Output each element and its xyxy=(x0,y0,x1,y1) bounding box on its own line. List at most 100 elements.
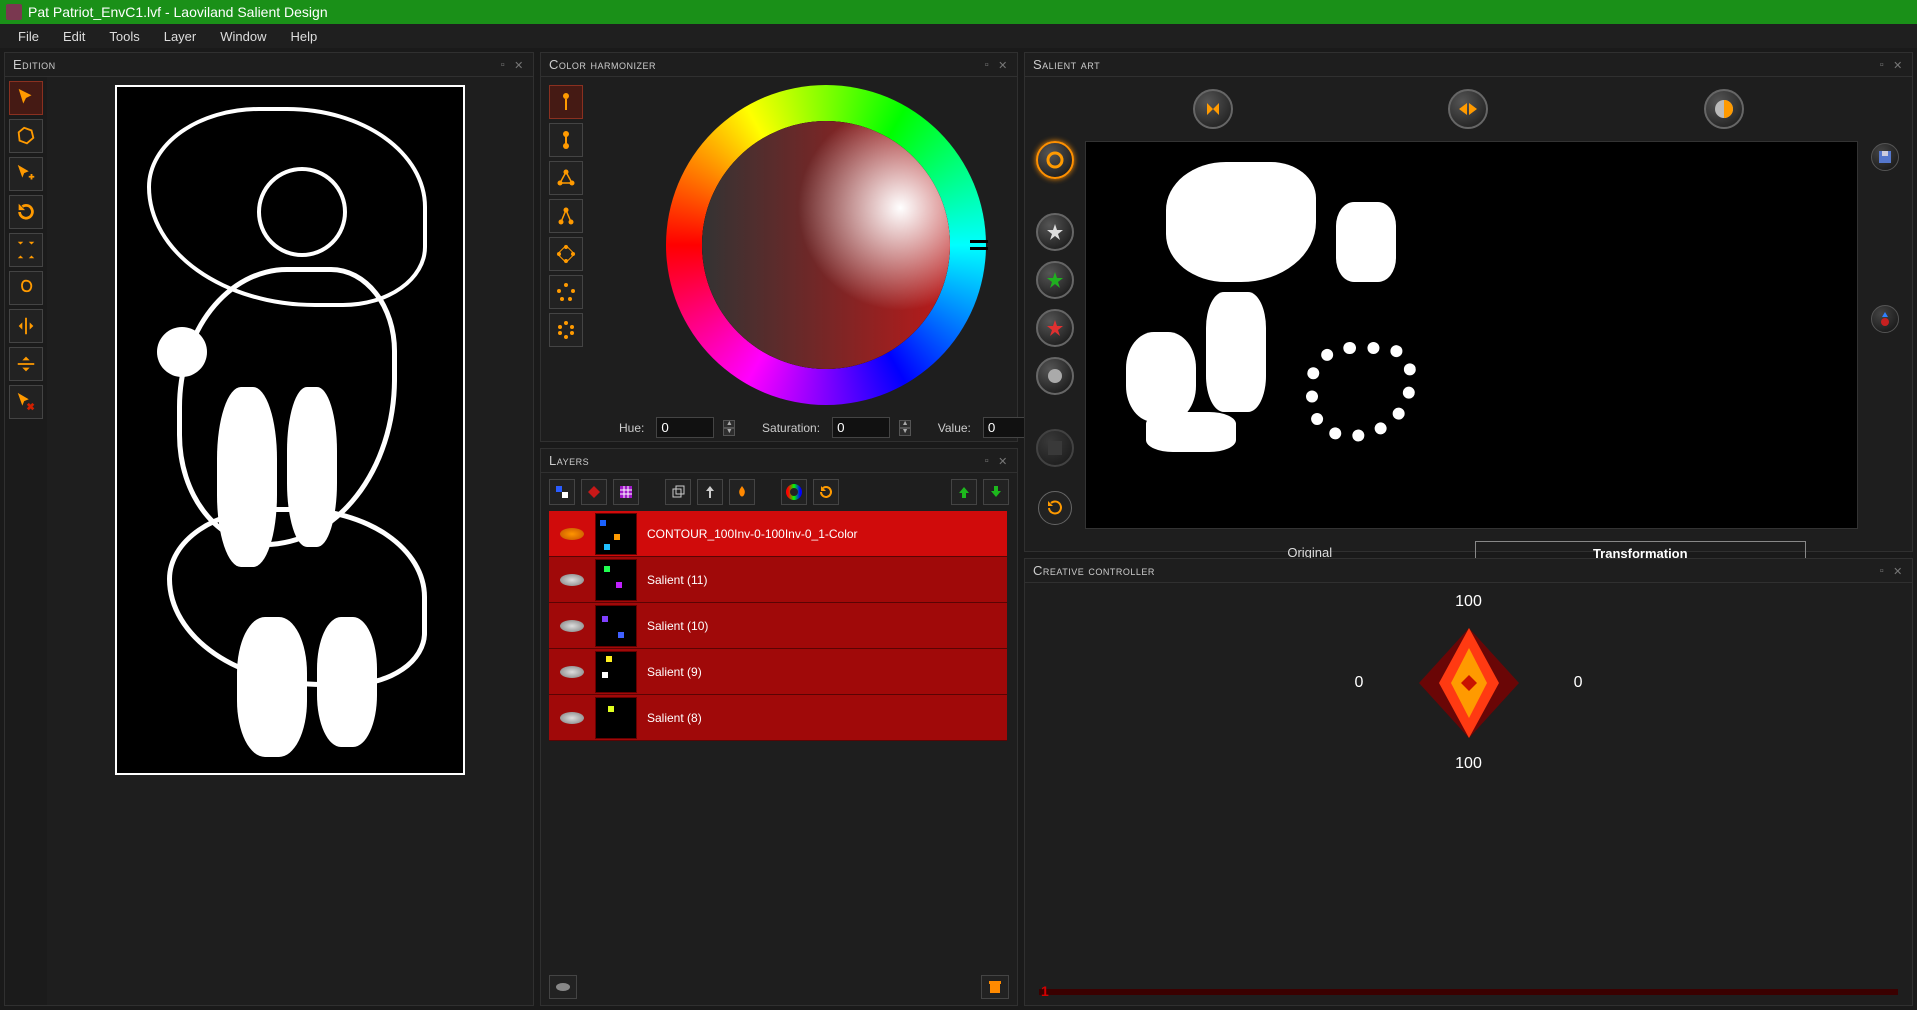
panel-float-icon[interactable]: ▫ xyxy=(1876,565,1888,577)
salient-mode-1[interactable] xyxy=(1193,89,1233,129)
harmony-split[interactable] xyxy=(549,199,583,233)
panel-float-icon[interactable]: ▫ xyxy=(497,59,509,71)
menu-tools[interactable]: Tools xyxy=(99,26,149,47)
tool-rotate[interactable] xyxy=(9,195,43,229)
tool-lasso[interactable] xyxy=(9,119,43,153)
menu-bar: File Edit Tools Layer Window Help xyxy=(0,24,1917,48)
panel-close-icon[interactable]: ✕ xyxy=(1892,565,1904,577)
creative-slider-value[interactable]: 1 xyxy=(1041,983,1049,999)
creative-diamond[interactable]: 100 100 0 0 xyxy=(1359,593,1579,773)
creative-panel-title: Creative controller ▫ ✕ xyxy=(1025,559,1912,583)
salient-preview[interactable] xyxy=(1085,141,1858,529)
hue-down[interactable]: ▼ xyxy=(723,428,735,436)
layer-visibility-icon[interactable] xyxy=(549,620,595,632)
layer-down-icon[interactable] xyxy=(983,479,1009,505)
tool-scale[interactable] xyxy=(9,233,43,267)
panel-close-icon[interactable]: ✕ xyxy=(513,59,525,71)
layers-panel-title: Layers ▫ ✕ xyxy=(541,449,1017,473)
harmony-triad[interactable] xyxy=(549,161,583,195)
cc-label-right: 0 xyxy=(1574,674,1583,692)
cc-label-left: 0 xyxy=(1355,674,1364,692)
layer-color-icon[interactable] xyxy=(781,479,807,505)
menu-layer[interactable]: Layer xyxy=(154,26,207,47)
salient-star-cmy-icon[interactable] xyxy=(1036,309,1074,347)
cc-label-bottom: 100 xyxy=(1455,755,1482,773)
harmonizer-panel-title: Color harmonizer ▫ ✕ xyxy=(541,53,1017,77)
creative-slider[interactable]: 1 xyxy=(1039,989,1898,995)
menu-edit[interactable]: Edit xyxy=(53,26,95,47)
layer-reload-icon[interactable] xyxy=(813,479,839,505)
window-title: Pat Patriot_EnvC1.lvf - Laoviland Salien… xyxy=(28,4,328,20)
layer-merge-icon[interactable] xyxy=(697,479,723,505)
layer-row[interactable]: Salient (9) xyxy=(549,649,1007,695)
edition-canvas[interactable] xyxy=(115,85,465,775)
menu-file[interactable]: File xyxy=(8,26,49,47)
harmony-hexagon[interactable] xyxy=(549,313,583,347)
tool-flip-h[interactable] xyxy=(9,309,43,343)
layer-thumbnail xyxy=(595,559,637,601)
salient-panel-title: Salient art ▫ ✕ xyxy=(1025,53,1912,77)
layer-thumbnail xyxy=(595,513,637,555)
salient-mode-3[interactable] xyxy=(1704,89,1744,129)
salient-mode-2[interactable] xyxy=(1448,89,1488,129)
salient-picker-icon[interactable] xyxy=(1871,305,1899,333)
layer-name: Salient (10) xyxy=(647,619,1007,633)
panel-float-icon[interactable]: ▫ xyxy=(981,59,993,71)
layer-row[interactable]: Salient (11) xyxy=(549,557,1007,603)
salient-grid-icon[interactable] xyxy=(1036,429,1074,467)
salient-star-icon[interactable] xyxy=(1036,213,1074,251)
layer-row[interactable]: Salient (8) xyxy=(549,695,1007,741)
layer-visibility-icon[interactable] xyxy=(549,574,595,586)
layer-visibility-icon[interactable] xyxy=(549,528,595,540)
color-wheel[interactable] xyxy=(666,85,986,405)
layer-visibility-icon[interactable] xyxy=(549,712,595,724)
layer-new-icon[interactable] xyxy=(549,479,575,505)
salient-refresh-icon[interactable] xyxy=(1038,491,1072,525)
layer-grid-icon[interactable] xyxy=(613,479,639,505)
tool-move[interactable] xyxy=(9,157,43,191)
harmony-mono[interactable] xyxy=(549,85,583,119)
layer-effect-icon[interactable] xyxy=(581,479,607,505)
layer-row[interactable]: CONTOUR_100Inv-0-100Inv-0_1-Color xyxy=(549,511,1007,557)
wheel-handle-icon[interactable] xyxy=(970,240,988,250)
layer-name: CONTOUR_100Inv-0-100Inv-0_1-Color xyxy=(647,527,1007,541)
tool-select[interactable] xyxy=(9,81,43,115)
layer-row[interactable]: Salient (10) xyxy=(549,603,1007,649)
salient-globe-icon[interactable] xyxy=(1036,357,1074,395)
harmony-pentagon[interactable] xyxy=(549,275,583,309)
sat-down[interactable]: ▼ xyxy=(899,428,911,436)
layer-visibility-icon[interactable] xyxy=(549,666,595,678)
harmony-square[interactable] xyxy=(549,237,583,271)
layer-up-icon[interactable] xyxy=(951,479,977,505)
sat-label: Saturation: xyxy=(762,421,820,435)
layer-list[interactable]: CONTOUR_100Inv-0-100Inv-0_1-Color Salien… xyxy=(541,511,1015,969)
panel-close-icon[interactable]: ✕ xyxy=(997,59,1009,71)
layer-thumbnail xyxy=(595,605,637,647)
panel-close-icon[interactable]: ✕ xyxy=(997,455,1009,467)
layer-name: Salient (9) xyxy=(647,665,1007,679)
layer-delete-icon[interactable] xyxy=(981,975,1009,999)
edition-toolbox xyxy=(5,77,47,1005)
salient-ring-icon[interactable] xyxy=(1036,141,1074,179)
salient-save-icon[interactable] xyxy=(1871,143,1899,171)
sat-up[interactable]: ▲ xyxy=(899,420,911,428)
salient-star-rgb-icon[interactable] xyxy=(1036,261,1074,299)
panel-close-icon[interactable]: ✕ xyxy=(1892,59,1904,71)
tool-swirl[interactable] xyxy=(9,271,43,305)
panel-float-icon[interactable]: ▫ xyxy=(981,455,993,467)
layer-name: Salient (8) xyxy=(647,711,1007,725)
layer-flame-icon[interactable] xyxy=(729,479,755,505)
menu-window[interactable]: Window xyxy=(210,26,276,47)
menu-help[interactable]: Help xyxy=(281,26,328,47)
panel-float-icon[interactable]: ▫ xyxy=(1876,59,1888,71)
layer-mask-icon[interactable] xyxy=(549,975,577,999)
title-bar: Pat Patriot_EnvC1.lvf - Laoviland Salien… xyxy=(0,0,1917,24)
hue-input[interactable] xyxy=(656,417,714,438)
hue-label: Hue: xyxy=(619,421,644,435)
harmony-complement[interactable] xyxy=(549,123,583,157)
tool-flip-v[interactable] xyxy=(9,347,43,381)
hue-up[interactable]: ▲ xyxy=(723,420,735,428)
sat-input[interactable] xyxy=(832,417,890,438)
tool-delete-point[interactable] xyxy=(9,385,43,419)
layer-duplicate-icon[interactable] xyxy=(665,479,691,505)
